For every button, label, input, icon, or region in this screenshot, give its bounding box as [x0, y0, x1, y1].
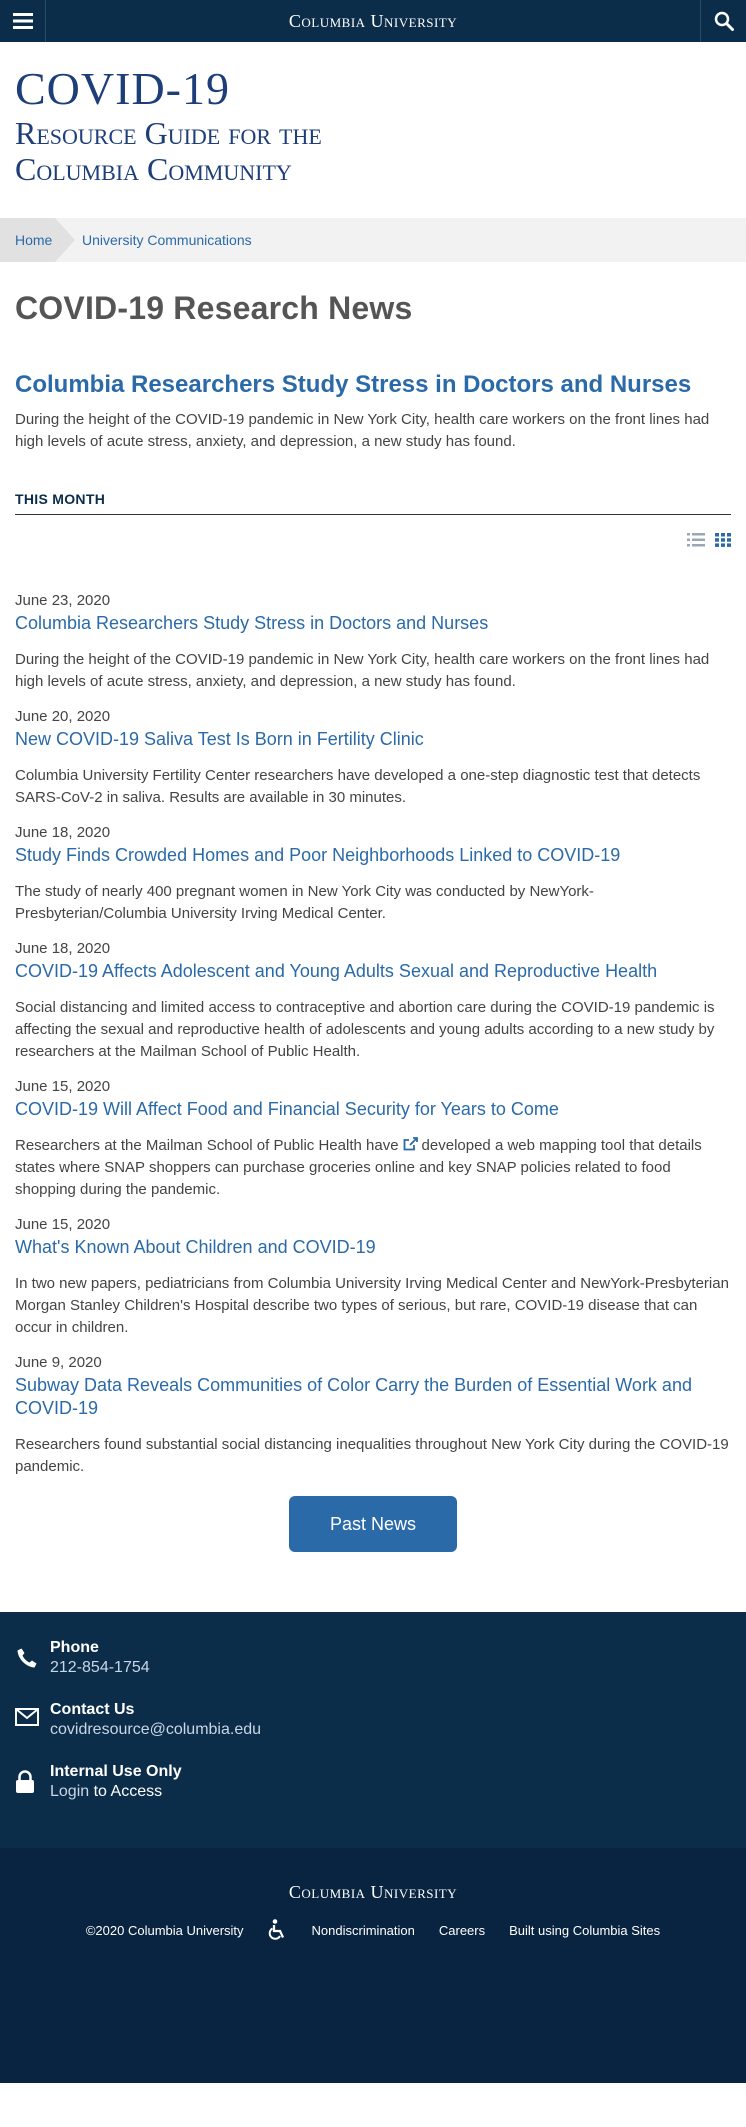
news-date: June 9, 2020 — [15, 1354, 102, 1372]
news-summary: Researchers at the Mailman School of Pub… — [15, 1135, 731, 1201]
built-using-link[interactable]: Built using Columbia Sites — [509, 1923, 660, 1938]
featured-story-summary: During the height of the COVID-19 pandem… — [15, 411, 710, 451]
news-summary: During the height of the COVID-19 pandem… — [15, 651, 710, 691]
news-title-link[interactable]: Subway Data Reveals Communities of Color… — [15, 1374, 731, 1420]
web-mapping-tool-link[interactable]: developed a web mapping tool — [422, 1137, 625, 1154]
copyright-link[interactable]: ©2020 Columbia University — [86, 1923, 244, 1938]
news-date: June 15, 2020 — [15, 1216, 111, 1234]
news-item: June 15, 2020 What's Known About Childre… — [15, 1215, 731, 1339]
news-summary-text: Researchers at the Mailman School of Pub… — [15, 1137, 399, 1155]
view-toggle — [15, 529, 731, 551]
news-title-link[interactable]: What's Known About Children and COVID-19 — [15, 1236, 731, 1259]
breadcrumb: Home University Communications — [0, 217, 746, 262]
breadcrumb-home[interactable]: Home — [0, 217, 75, 262]
news-title-link[interactable]: COVID-19 Affects Adolescent and Young Ad… — [15, 960, 731, 983]
section-heading: THIS MONTH — [15, 491, 731, 516]
accessibility-icon[interactable] — [268, 1919, 288, 1941]
login-link[interactable]: Login — [50, 1783, 89, 1800]
phone-number-link[interactable]: 212-854-1754 — [50, 1658, 150, 1678]
news-date: June 23, 2020 — [15, 592, 111, 610]
section-heading-label: THIS MONTH — [15, 491, 106, 508]
search-icon — [714, 11, 734, 31]
search-button[interactable] — [700, 0, 746, 42]
contact-section: Phone 212-854-1754 Contact Us covidresou… — [0, 1612, 746, 1849]
contact-phone: Phone 212-854-1754 — [15, 1638, 731, 1678]
footer-links: ©2020 Columbia University Nondiscriminat… — [15, 1919, 731, 1941]
grid-view-icon[interactable] — [715, 533, 731, 548]
main-content: COVID-19 Research News Columbia Research… — [0, 290, 746, 1553]
contact-email: Contact Us covidresource@columbia.edu — [15, 1700, 731, 1740]
careers-link[interactable]: Careers — [439, 1923, 485, 1938]
news-date: June 18, 2020 — [15, 940, 111, 958]
phone-label: Phone — [50, 1639, 99, 1657]
top-bar: Columbia University — [0, 0, 746, 42]
menu-button[interactable] — [0, 0, 46, 42]
menu-icon — [12, 13, 33, 29]
news-item: June 9, 2020 Subway Data Reveals Communi… — [15, 1353, 731, 1478]
footer: Columbia University ©2020 Columbia Unive… — [0, 1848, 746, 2084]
news-title-link[interactable]: New COVID-19 Saliva Test Is Born in Fert… — [15, 728, 731, 751]
login-suffix: to Access — [93, 1783, 163, 1801]
news-item: June 15, 2020 COVID-19 Will Affect Food … — [15, 1077, 731, 1201]
site-header: COVID-19 Resource Guide for the Columbia… — [0, 42, 746, 218]
breadcrumb-university-communications[interactable]: University Communications — [82, 232, 252, 248]
site-title[interactable]: COVID-19 — [15, 66, 731, 112]
page-title: COVID-19 Research News — [15, 289, 413, 326]
list-view-icon[interactable] — [687, 533, 705, 547]
news-item: June 20, 2020 New COVID-19 Saliva Test I… — [15, 707, 731, 809]
featured-story: Columbia Researchers Study Stress in Doc… — [15, 371, 731, 454]
news-date: June 20, 2020 — [15, 708, 111, 726]
site-subtitle-line1[interactable]: Resource Guide for the — [15, 115, 731, 152]
news-summary: In two new papers, pediatricians from Co… — [15, 1275, 729, 1337]
news-list: June 23, 2020 Columbia Researchers Study… — [15, 591, 731, 1478]
news-item: June 18, 2020 COVID-19 Affects Adolescen… — [15, 939, 731, 1063]
news-item: June 23, 2020 Columbia Researchers Study… — [15, 591, 731, 693]
site-subtitle-line2[interactable]: Columbia Community — [15, 151, 731, 188]
news-title-link[interactable]: COVID-19 Will Affect Food and Financial … — [15, 1098, 731, 1121]
news-item: June 18, 2020 Study Finds Crowded Homes … — [15, 823, 731, 925]
lock-icon — [16, 1770, 34, 1794]
external-link-icon — [403, 1137, 418, 1151]
phone-icon — [17, 1648, 37, 1668]
nondiscrimination-link[interactable]: Nondiscrimination — [312, 1923, 415, 1938]
news-summary: Social distancing and limited access to … — [15, 999, 715, 1061]
breadcrumb-home-link[interactable]: Home — [15, 232, 52, 248]
mail-icon — [15, 1708, 39, 1727]
university-logo[interactable]: Columbia University — [289, 11, 457, 32]
news-date: June 15, 2020 — [15, 1078, 111, 1096]
news-title-link[interactable]: Study Finds Crowded Homes and Poor Neigh… — [15, 844, 731, 867]
contact-internal: Internal Use Only Login to Access — [15, 1762, 731, 1802]
past-news-button[interactable]: Past News — [289, 1496, 457, 1553]
news-summary: Researchers found substantial social dis… — [15, 1436, 729, 1476]
featured-story-title[interactable]: Columbia Researchers Study Stress in Doc… — [15, 371, 731, 400]
internal-use-label: Internal Use Only — [50, 1763, 182, 1781]
news-title-link[interactable]: Columbia Researchers Study Stress in Doc… — [15, 612, 731, 635]
news-date: June 18, 2020 — [15, 824, 111, 842]
footer-university-logo[interactable]: Columbia University — [15, 1882, 731, 1903]
past-news-wrapper: Past News — [15, 1496, 731, 1553]
email-link[interactable]: covidresource@columbia.edu — [50, 1720, 261, 1740]
contact-us-label: Contact Us — [50, 1701, 135, 1719]
news-summary: The study of nearly 400 pregnant women i… — [15, 883, 594, 923]
news-summary: Columbia University Fertility Center res… — [15, 767, 701, 807]
